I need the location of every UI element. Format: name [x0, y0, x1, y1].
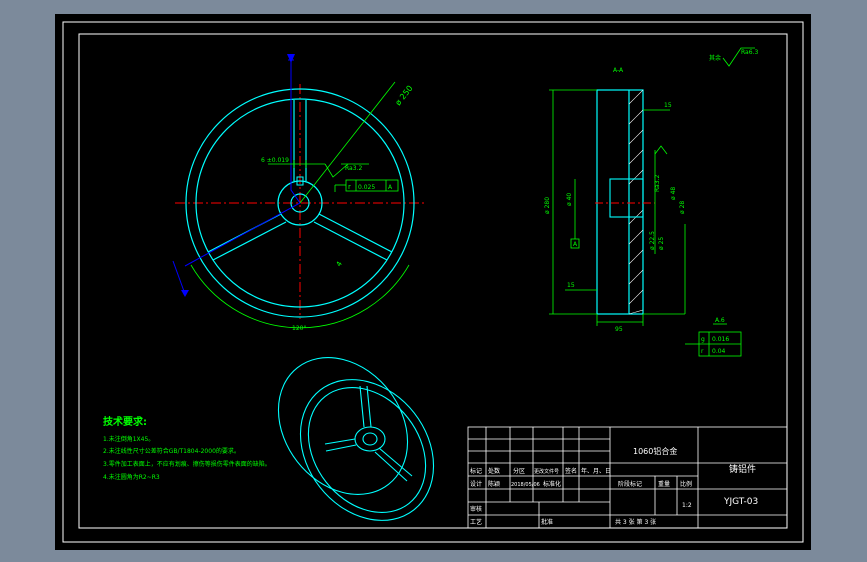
- svg-text:陈颖: 陈颖: [488, 480, 500, 488]
- svg-text:审核: 审核: [470, 505, 482, 513]
- note-item: 4.未注圆角为R2~R3: [103, 473, 160, 481]
- dim-top: 15: [664, 102, 672, 109]
- note-item: 2.未注线性尺寸公差符合GB/T1804-2000的要求。: [103, 447, 240, 455]
- svg-text:A: A: [573, 241, 578, 248]
- technical-notes: 技术要求: 1.未注倒角1X45。 2.未注线性尺寸公差符合GB/T1804-2…: [103, 415, 271, 481]
- dim-hub-diameter: ø 40: [566, 193, 573, 206]
- drawing-sheet[interactable]: ø 250 6 ±0.019 Ra3.2 r 0.025 A 4 120° A-…: [55, 14, 811, 550]
- svg-text:r: r: [348, 183, 351, 191]
- svg-text:2018/05/06: 2018/05/06: [511, 482, 540, 488]
- drawing-canvas: ø 250 6 ±0.019 Ra3.2 r 0.025 A 4 120° A-…: [62, 21, 804, 543]
- dim-bottom: 15: [567, 282, 575, 289]
- note-item: 3.零件加工表面上，不应有划痕、擦伤等损伤零件表面的缺陷。: [103, 460, 271, 468]
- section-view: A-A ø 280 ø 40 A 15 15 95 Ra3.2 ø 22.5 ø…: [544, 47, 758, 357]
- roughness-top-right: Ra6.3: [741, 49, 758, 56]
- roughness-ra-a: Ra3.2: [345, 165, 362, 172]
- top-right-label: 其余: [709, 54, 721, 62]
- svg-text:工艺: 工艺: [470, 518, 482, 526]
- right-dim-3: ø 48: [670, 187, 677, 200]
- tol-r-value: 0.04: [712, 348, 726, 355]
- spoke-right-b: [313, 221, 388, 261]
- tol-g-value: 0.016: [712, 336, 729, 343]
- roughness-right: Ra3.2: [654, 175, 661, 192]
- right-dim-1: ø 22.5: [649, 231, 656, 250]
- svg-text:标准化: 标准化: [543, 480, 561, 488]
- scale: 1:2: [682, 502, 692, 509]
- svg-text:r: r: [701, 348, 704, 355]
- section-hatching: [628, 89, 644, 315]
- material: 1060铝合金: [633, 446, 677, 456]
- dim-angle: 120°: [292, 325, 306, 332]
- svg-text:设计: 设计: [470, 480, 482, 488]
- title-block: 1060铝合金 铸铝件 YJGT-03 1:2 共 3 张 第 3 张 阶段标记…: [467, 426, 788, 529]
- svg-text:签名: 签名: [565, 467, 577, 475]
- ratio: 比例: [680, 480, 692, 488]
- svg-text:g: g: [701, 336, 705, 343]
- spoke-right-a: [318, 213, 393, 253]
- spoke-left-b: [212, 221, 287, 261]
- weight: 重量: [658, 480, 670, 488]
- dim-spoke: 4: [335, 260, 344, 268]
- flatness-value: 0.025: [358, 184, 375, 191]
- svg-text:批准: 批准: [541, 518, 553, 526]
- notes-title: 技术要求:: [103, 415, 147, 428]
- part-name: 铸铝件: [729, 463, 756, 475]
- section-rim: [596, 89, 644, 315]
- svg-text:处数: 处数: [488, 467, 500, 475]
- right-dim-4: ø 28: [679, 201, 686, 214]
- isometric-view: [277, 357, 435, 521]
- note-item: 1.未注倒角1X45。: [103, 435, 154, 443]
- sheet-count: 共 3 张 第 3 张: [615, 518, 656, 526]
- svg-text:更改文件号: 更改文件号: [534, 468, 559, 475]
- svg-text:标记: 标记: [470, 467, 482, 475]
- datum-letter: A: [388, 184, 393, 191]
- dim-outer-diameter: ø 250: [393, 84, 414, 107]
- tolerance-label: A.6: [715, 317, 725, 324]
- dim-width: 95: [615, 326, 623, 333]
- dim-overall-diameter: ø 280: [544, 197, 551, 214]
- stage-mark: 阶段标记: [618, 480, 642, 488]
- right-dim-2: ø 25: [658, 237, 665, 250]
- dim-tolerance-width: 6 ±0.019: [261, 157, 289, 164]
- front-view: ø 250 6 ±0.019 Ra3.2 r 0.025 A 4 120°: [172, 54, 425, 332]
- svg-text:年、月、日: 年、月、日: [581, 467, 611, 475]
- cad-viewport: ø 250 6 ±0.019 Ra3.2 r 0.025 A 4 120° A-…: [0, 0, 867, 562]
- svg-text:分区: 分区: [513, 467, 525, 475]
- drawing-number: YJGT-03: [723, 497, 758, 507]
- view-label: A-A: [613, 67, 624, 74]
